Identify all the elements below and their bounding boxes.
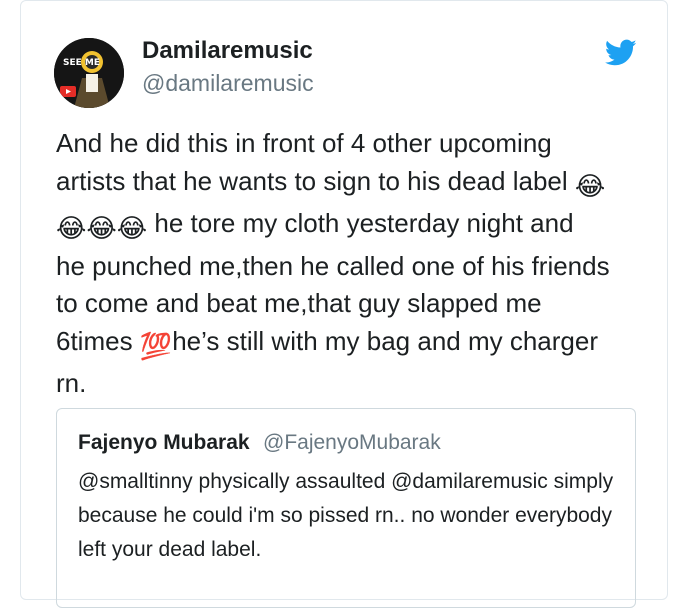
laughing-crying-emoji-icon: 😂 (574, 170, 606, 201)
quoted-username-handle[interactable]: @FajenyoMubarak (263, 431, 441, 455)
avatar-image: SEE ME (54, 38, 124, 108)
tweet-text-line-4: he punched me,then he called one of his … (56, 250, 610, 281)
twitter-bird-icon[interactable] (605, 39, 637, 67)
laughing-crying-emoji-icon: 😂 (56, 213, 87, 243)
avatar-text: SEE ME (63, 58, 100, 68)
avatar[interactable]: SEE ME (54, 38, 124, 108)
tweet-text-line-3: he tore my cloth yesterday night and (154, 208, 574, 238)
tweet-text-line-7: rn. (56, 368, 87, 398)
tweet-text-line-1: And he did this in front of 4 other upco… (56, 128, 552, 158)
tweet-text-line-6b: he’s still with my bag and my charger (172, 325, 599, 356)
quoted-tweet-text: @smalltinny physically assaulted @damila… (78, 470, 614, 561)
quoted-display-name[interactable]: Fajenyo Mubarak (78, 431, 250, 455)
hundred-points-emoji-icon: 💯 (139, 330, 173, 361)
tweet-text-line-5: to come and beat me,that guy slapped me (56, 288, 542, 318)
quoted-tweet[interactable]: Fajenyo Mubarak @FajenyoMubarak @smallti… (56, 408, 636, 608)
laughing-crying-emoji-icon: 😂 (86, 213, 117, 243)
username-handle[interactable]: @damilaremusic (142, 70, 314, 97)
tweet-text-line-6a: 6times (56, 325, 133, 356)
display-name[interactable]: Damilaremusic (142, 37, 313, 65)
tweet-text-line-2: artists that he wants to sign to his dea… (56, 165, 568, 196)
tweet-body: And he did this in front of 4 other upco… (56, 125, 646, 403)
laughing-crying-emoji-icon: 😂 (116, 213, 148, 243)
tweet-card[interactable]: SEE ME Damilaremusic @damilaremusic And … (20, 0, 668, 608)
